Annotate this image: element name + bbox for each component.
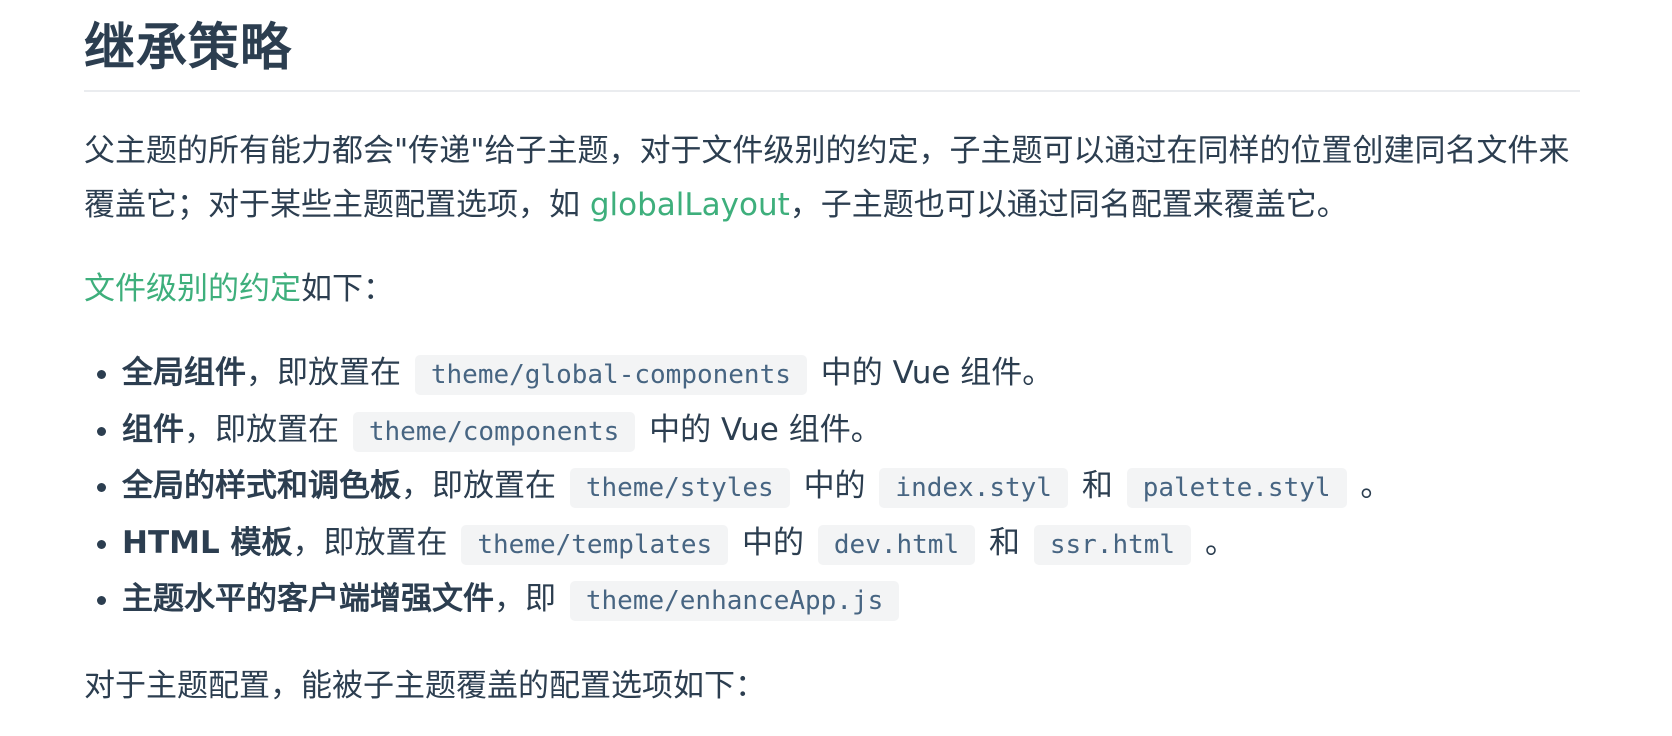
list-item-term: 全局组件 <box>122 355 246 391</box>
code-path: theme/templates <box>461 524 729 565</box>
list-item-html-templates: HTML 模板，即放置在 theme/templates 中的 dev.html… <box>122 516 1580 573</box>
global-layout-link[interactable]: globalLayout <box>590 187 790 223</box>
file-conventions-paragraph: 文件级别的约定如下： <box>84 262 1580 316</box>
code-path: theme/components <box>352 411 636 452</box>
list-item-global-components: 全局组件，即放置在 theme/global-components 中的 Vue… <box>122 346 1580 403</box>
code-filename: index.styl <box>879 468 1068 508</box>
list-item-text: 中的 Vue 组件。 <box>820 355 1054 391</box>
code-filename: dev.html <box>817 524 976 565</box>
code-filename: ssr.html <box>1033 524 1192 565</box>
code-path: theme/global-components <box>414 355 807 395</box>
list-item-styles: 全局的样式和调色板，即放置在 theme/styles 中的 index.sty… <box>122 459 1580 516</box>
list-item-text: 中的 <box>742 524 805 561</box>
doc-content: 继承策略 父主题的所有能力都会"传递"给子主题，对于文件级别的约定，子主题可以通… <box>84 0 1580 713</box>
list-item-text: 和 <box>988 524 1020 561</box>
list-item-term: 主题水平的客户端增强文件 <box>122 581 494 617</box>
intro-paragraph: 父主题的所有能力都会"传递"给子主题，对于文件级别的约定，子主题可以通过在同样的… <box>84 124 1580 232</box>
list-item-enhance-app: 主题水平的客户端增强文件，即 theme/enhanceApp.js <box>122 572 1580 629</box>
list-item-term: 全局的样式和调色板 <box>122 468 401 504</box>
file-conventions-text: 如下： <box>301 271 394 307</box>
list-item-text: 中的 <box>803 468 866 504</box>
list-item-components: 组件，即放置在 theme/components 中的 Vue 组件。 <box>122 403 1580 460</box>
list-item-term: HTML 模板 <box>122 524 293 561</box>
list-item-text: 。 <box>1204 524 1236 561</box>
list-item-text: ，即放置在 <box>401 468 556 504</box>
section-heading: 继承策略 <box>84 0 1580 92</box>
list-item-term: 组件 <box>122 411 184 448</box>
list-item-text: ，即放置在 <box>246 355 401 391</box>
code-filename: palette.styl <box>1126 468 1347 508</box>
list-item-text: 和 <box>1081 468 1113 504</box>
file-conventions-link[interactable]: 文件级别的约定 <box>84 271 301 307</box>
list-item-text: ，即 <box>494 581 556 617</box>
list-item-text: ，即放置在 <box>292 524 448 561</box>
theme-config-paragraph: 对于主题配置，能被子主题覆盖的配置选项如下： <box>84 667 766 704</box>
list-item-text: 中的 Vue 组件。 <box>649 411 882 448</box>
list-item-text: 。 <box>1360 468 1392 504</box>
intro-text-2: ，子主题也可以通过同名配置来覆盖它。 <box>789 187 1348 223</box>
file-conventions-list: 全局组件，即放置在 theme/global-components 中的 Vue… <box>84 346 1580 629</box>
code-path: theme/styles <box>569 468 790 508</box>
code-path: theme/enhanceApp.js <box>569 581 900 621</box>
list-item-text: ，即放置在 <box>184 411 339 448</box>
